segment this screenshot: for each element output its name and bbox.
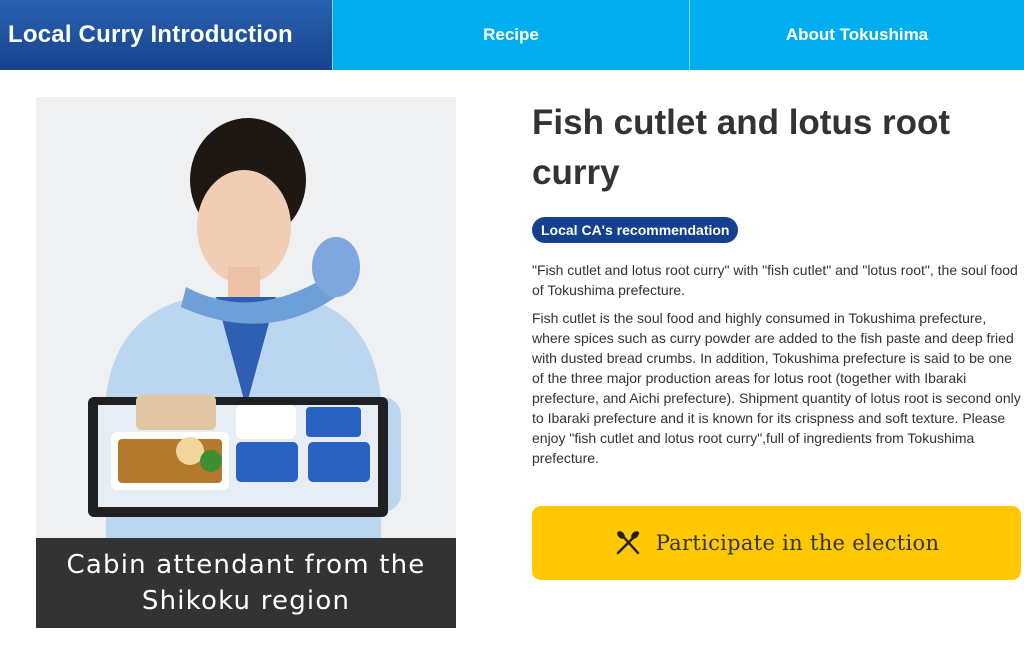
site-title-label: Local Curry Introduction xyxy=(8,21,293,48)
dish-detail-paragraph: Fish cutlet is the soul food and highly … xyxy=(532,310,1021,466)
top-navigation: Local Curry Introduction Recipe About To… xyxy=(0,0,1024,70)
dish-description: Fish cutlet and lotus root curry Local C… xyxy=(532,97,1022,468)
cabin-attendant-photo xyxy=(36,97,456,538)
photo-caption: Cabin attendant from the Shikoku region xyxy=(36,538,456,628)
dish-title: Fish cutlet and lotus root curry xyxy=(532,103,951,192)
participate-election-label: Participate in the election xyxy=(655,531,940,555)
photo-caption-line-1: Cabin attendant from the xyxy=(66,550,426,580)
cabin-attendant-photo-card: Cabin attendant from the Shikoku region xyxy=(36,97,456,628)
tab-recipe[interactable]: Recipe xyxy=(332,0,689,70)
fork-knife-icon xyxy=(616,531,639,555)
recommendation-badge: Local CA's recommendation xyxy=(532,217,739,243)
participate-election-button[interactable]: Participate in the election xyxy=(532,506,1021,580)
photo-caption-line-2: Shikoku region xyxy=(141,586,351,616)
site-title[interactable]: Local Curry Introduction xyxy=(0,0,332,70)
tab-about-tokushima[interactable]: About Tokushima xyxy=(689,0,1024,70)
dish-intro-paragraph: "Fish cutlet and lotus root curry" with … xyxy=(532,262,1018,298)
